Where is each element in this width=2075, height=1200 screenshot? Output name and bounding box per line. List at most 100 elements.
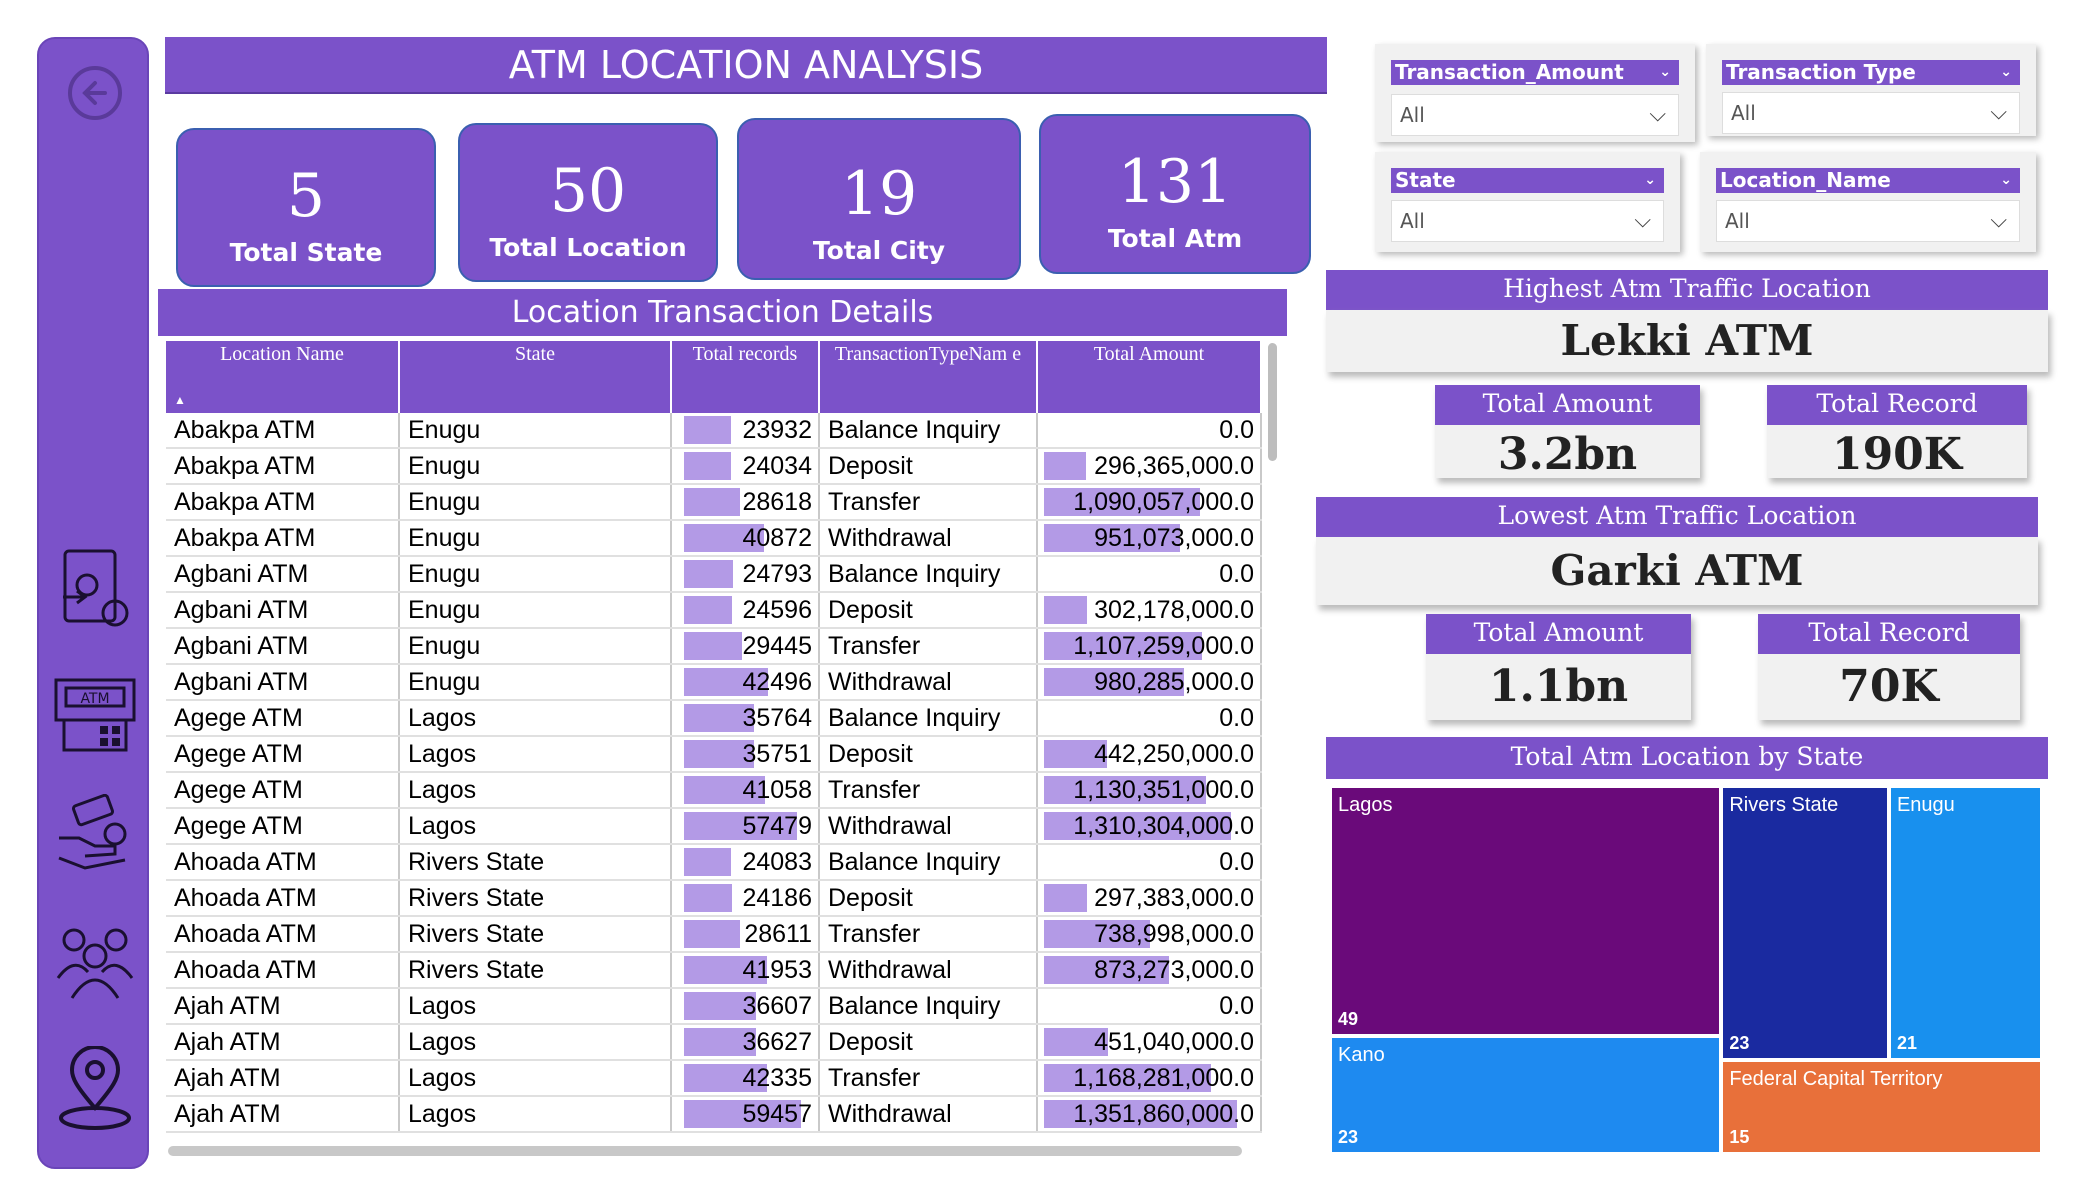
amount-value: 1,310,304,000.0 [1073,811,1254,840]
cell-location-name: Ajah ATM [166,988,400,1025]
table-row[interactable]: Agege ATM Lagos 41058 Transfer 1,130,351,000… [166,772,1262,809]
table-row[interactable]: Ajah ATM Lagos 42335 Transfer 1,168,281,000.… [166,1060,1262,1097]
cell-state: Enugu [399,448,672,485]
records-value: 24793 [742,559,812,588]
table-row[interactable]: Abakpa ATM Enugu 28618 Transfer 1,090,057,00… [166,484,1262,521]
vertical-scrollbar[interactable] [1268,343,1277,461]
table-row[interactable]: Agege ATM Lagos 57479 Withdrawal 1,310,304,0… [166,808,1262,845]
chevron-down-icon[interactable]: ⌄ [1659,60,1671,85]
cell-total-records: 29445 [671,628,820,665]
table-row[interactable]: Agbani ATM Enugu 24596 Deposit 302,178,000.0 [166,592,1262,629]
money-hand-icon[interactable] [39,784,151,884]
table-row[interactable]: Abakpa ATM Enugu 40872 Withdrawal 951,073,00… [166,520,1262,557]
cell-location-name: Agege ATM [166,808,400,845]
treemap-tile-enugu[interactable]: Enugu 21 [1888,786,2042,1061]
cell-transaction-type: Balance Inquiry [819,844,1038,881]
cell-total-amount: 1,310,304,000.0 [1037,808,1262,845]
chevron-down-icon: ⌵ [1649,102,1666,127]
cell-state: Lagos [399,988,672,1025]
cell-total-amount: 873,273,000.0 [1037,952,1262,989]
column-header-total-amount[interactable]: Total Amount [1037,341,1262,413]
records-value: 41953 [742,955,812,984]
records-data-bar [684,452,732,480]
atm-transaction-icon[interactable] [39,539,151,639]
cell-transaction-type: Withdrawal [819,664,1038,701]
table-row[interactable]: Ajah ATM Lagos 36607 Balance Inquiry 0.0 [166,988,1262,1025]
transaction-table[interactable]: Location Name ▲ State Total records Trans… [166,341,1276,1151]
card-label: Total Amount [1435,385,1700,425]
filter-header: Location_Name ⌄ [1716,168,2020,193]
customers-group-icon[interactable] [39,909,151,1009]
cell-state: Rivers State [399,916,672,953]
treemap-tile-label: Rivers State [1729,794,1839,816]
cell-state: Enugu [399,592,672,629]
horizontal-scrollbar[interactable] [168,1146,1242,1156]
table-row[interactable]: Agbani ATM Enugu 42496 Withdrawal 980,285,00… [166,664,1262,701]
treemap-tile-label: Lagos [1338,794,1393,816]
atm-machine-icon[interactable]: ATM [39,664,151,764]
column-header-total-records[interactable]: Total records [671,341,820,413]
table-row[interactable]: Agege ATM Lagos 35751 Deposit 442,250,000.0 [166,736,1262,773]
treemap-tile-lagos[interactable]: Lagos 49 [1330,786,1722,1037]
records-data-bar [684,920,741,948]
treemap-tile-kano[interactable]: Kano 23 [1330,1036,1722,1154]
chevron-down-icon[interactable]: ⌄ [2000,60,2012,85]
cell-total-records: 42335 [671,1060,820,1097]
filter-header: Transaction Type ⌄ [1722,60,2020,85]
chevron-down-icon[interactable]: ⌄ [2000,168,2012,193]
cell-total-amount: 442,250,000.0 [1037,736,1262,773]
records-data-bar [684,560,733,588]
card-value: 70K [1839,661,1939,712]
location-pin-icon[interactable] [39,1039,151,1139]
amount-data-bar [1044,884,1087,912]
treemap-tile-rivers-state[interactable]: Rivers State 23 [1721,786,1889,1061]
records-data-bar [684,488,741,516]
column-header-state[interactable]: State [399,341,672,413]
filter-dropdown[interactable]: All ⌵ [1722,92,2020,134]
table-row[interactable]: Abakpa ATM Enugu 24034 Deposit 296,365,000.0 [166,448,1262,485]
highest-total-amount-card: Total Amount 3.2bn [1435,385,1700,480]
back-arrow-icon[interactable] [39,53,151,133]
amount-value: 0.0 [1219,847,1254,876]
cell-location-name: Abakpa ATM [166,520,400,557]
table-row[interactable]: Agbani ATM Enugu 24793 Balance Inquiry 0.0 [166,556,1262,593]
cell-total-records: 24793 [671,556,820,593]
treemap-tile-label: Federal Capital Territory [1729,1068,1943,1091]
table-row[interactable]: Ajah ATM Lagos 59457 Withdrawal 1,351,860,00… [166,1096,1262,1133]
cell-location-name: Agbani ATM [166,664,400,701]
filter-state: State ⌄ All ⌵ [1375,152,1680,252]
cell-transaction-type: Withdrawal [819,808,1038,845]
table-row[interactable]: Agege ATM Lagos 35764 Balance Inquiry 0.0 [166,700,1262,737]
chevron-down-icon[interactable]: ⌄ [1644,168,1656,193]
table-row[interactable]: Ahoada ATM Rivers State 24186 Deposit 297,38… [166,880,1262,917]
table-row[interactable]: Abakpa ATM Enugu 23932 Balance Inquiry 0.0 [166,413,1262,449]
cell-transaction-type: Transfer [819,916,1038,953]
amount-value: 1,351,860,000.0 [1073,1099,1254,1128]
column-header-transaction-type[interactable]: TransactionTypeNam e [819,341,1038,413]
cell-transaction-type: Deposit [819,880,1038,917]
table-row[interactable]: Ahoada ATM Rivers State 24083 Balance Inqui… [166,844,1262,881]
table-row[interactable]: Ahoada ATM Rivers State 28611 Transfer 738,9… [166,916,1262,953]
sidebar: ATM [37,37,149,1169]
filter-dropdown[interactable]: All ⌵ [1391,200,1664,242]
records-data-bar [684,596,733,624]
filter-dropdown[interactable]: All ⌵ [1716,200,2020,242]
records-value: 35764 [742,703,812,732]
filter-header: State ⌄ [1391,168,1664,193]
cell-total-records: 23932 [671,413,820,449]
table-row[interactable]: Ahoada ATM Rivers State 41953 Withdrawal 873… [166,952,1262,989]
treemap-tile-federal-capital-territory[interactable]: Federal Capital Territory 15 [1721,1060,2042,1154]
column-header-location-name[interactable]: Location Name ▲ [166,341,400,413]
records-value: 35751 [742,739,812,768]
cell-total-records: 35764 [671,700,820,737]
cell-state: Lagos [399,1060,672,1097]
table-row[interactable]: Agbani ATM Enugu 29445 Transfer 1,107,259,00… [166,628,1262,665]
treemap-tile-value: 21 [1896,1033,1917,1054]
records-value: 23932 [742,415,812,444]
filter-dropdown[interactable]: All ⌵ [1391,94,1679,136]
svg-text:ATM: ATM [80,691,109,707]
table-row[interactable]: Ajah ATM Lagos 36627 Deposit 451,040,000.0 [166,1024,1262,1061]
cell-location-name: Abakpa ATM [166,448,400,485]
card-value: 3.2bn [1497,429,1638,480]
amount-value: 1,107,259,000.0 [1073,631,1254,660]
